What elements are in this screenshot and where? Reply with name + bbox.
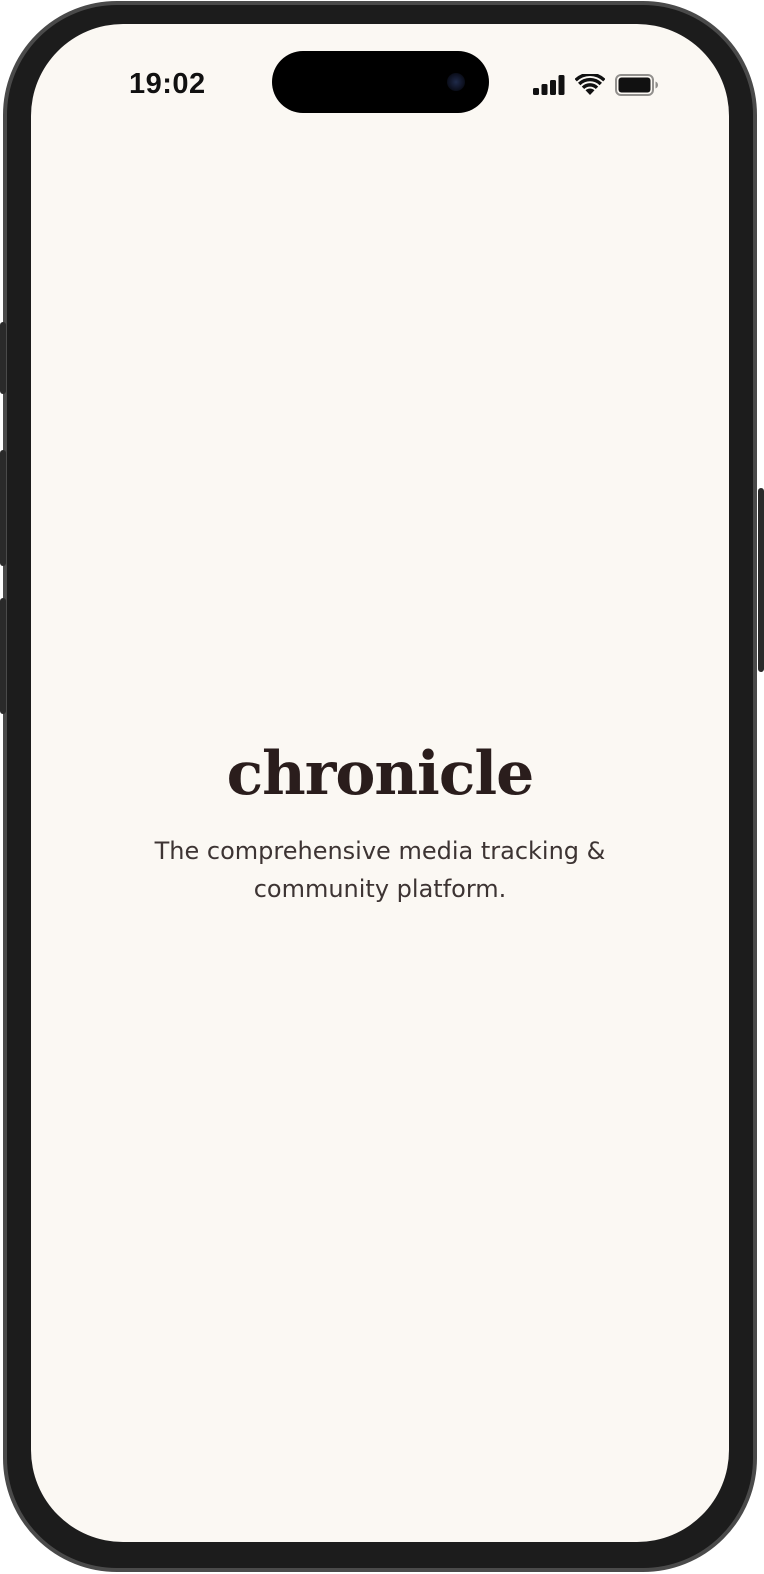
dynamic-island: [272, 51, 489, 113]
app-screen: 19:02 chronicle The comprehensive media …: [31, 24, 729, 1542]
app-logo-wordmark: chronicle: [226, 739, 535, 809]
app-tagline: The comprehensive media tracking & commu…: [130, 832, 630, 908]
front-camera-icon: [447, 73, 465, 91]
tagline-line-1: The comprehensive media tracking &: [154, 837, 606, 865]
status-time: 19:02: [129, 68, 206, 100]
status-bar: 19:02: [31, 24, 729, 144]
status-icons: [533, 72, 659, 96]
cellular-signal-icon: [533, 75, 565, 95]
action-button: [0, 322, 6, 394]
splash-content: chronicle The comprehensive media tracki…: [31, 744, 729, 908]
power-button: [758, 488, 764, 672]
volume-down-button: [0, 598, 6, 714]
tagline-line-2: community platform.: [253, 875, 507, 903]
volume-up-button: [0, 450, 6, 566]
battery-icon: [615, 74, 659, 96]
wifi-icon: [574, 72, 606, 96]
